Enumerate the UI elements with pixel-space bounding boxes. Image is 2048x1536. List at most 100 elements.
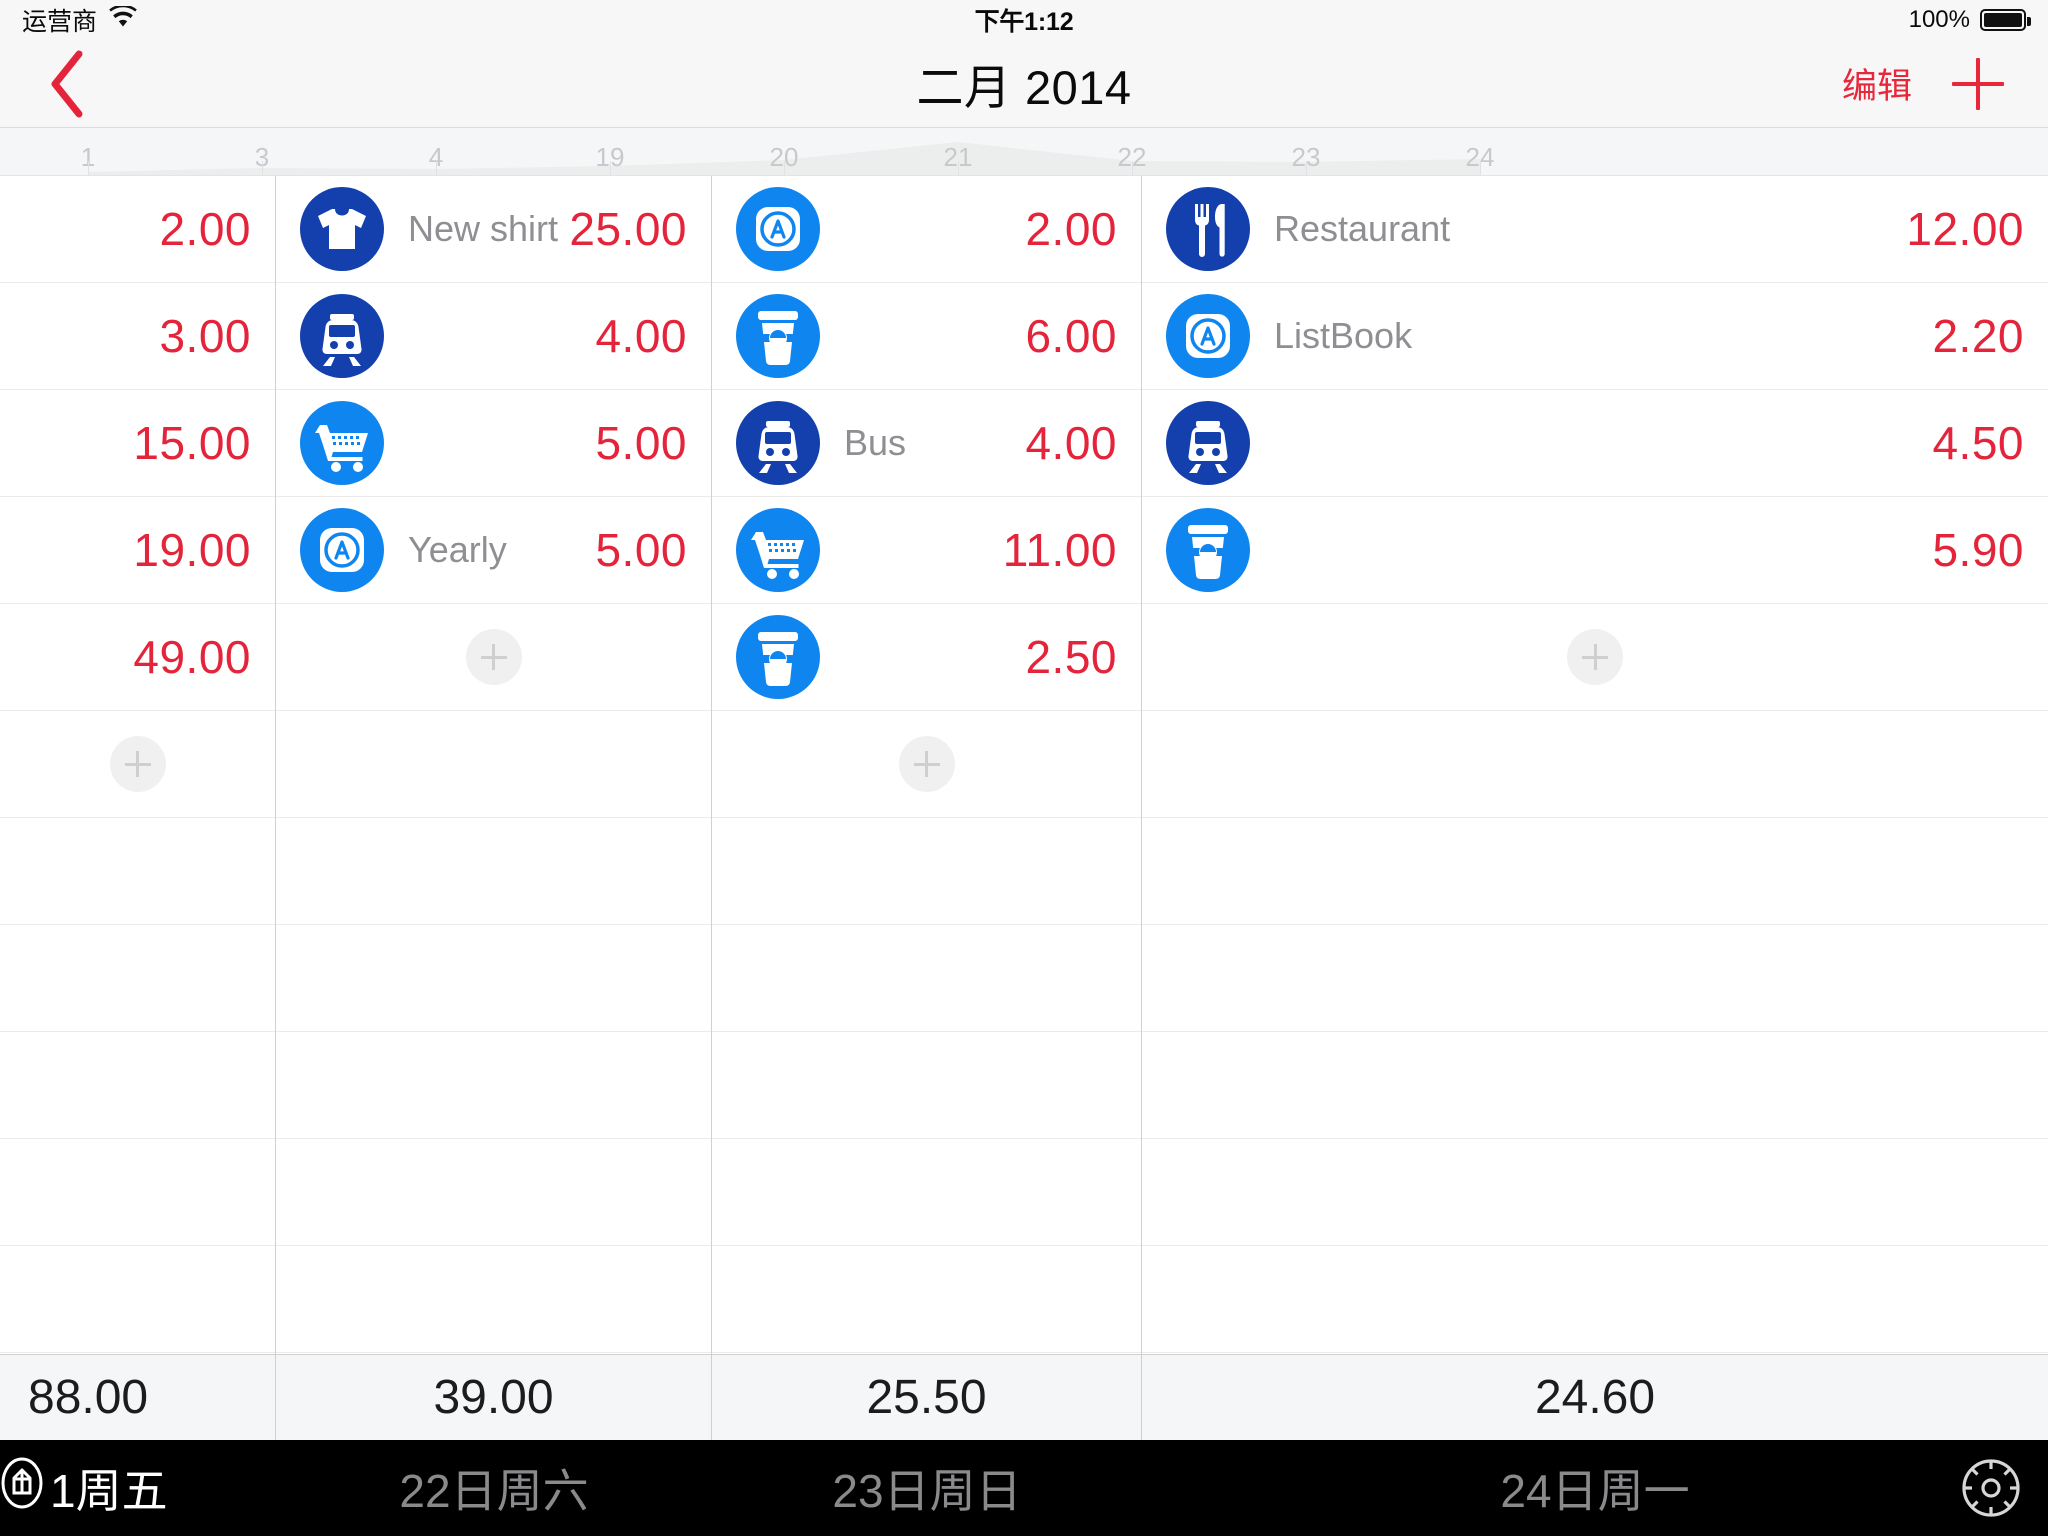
empty-row: [276, 1032, 711, 1139]
expense-row[interactable]: 2.00: [0, 176, 275, 283]
day-total: 24.60: [1142, 1354, 2048, 1440]
expense-label: Restaurant: [1274, 208, 1451, 249]
expense-amount: 5.90: [1932, 524, 2024, 576]
plus-icon[interactable]: [898, 736, 955, 792]
coffee-icon: [1166, 508, 1250, 592]
empty-row: [1142, 1246, 2048, 1353]
day-tab[interactable]: 22日周六: [276, 1455, 712, 1521]
day-tab[interactable]: 1周五: [0, 1455, 276, 1521]
expense-row[interactable]: 6.00: [712, 283, 1141, 390]
plus-icon[interactable]: [465, 629, 522, 685]
day-tab[interactable]: 24日周一: [1142, 1455, 2048, 1521]
expense-row[interactable]: New shirt 25.00: [276, 176, 711, 283]
day-column-entries: New shirt 25.00 4.00 5.00 Yearly 5.00: [276, 176, 711, 1354]
navigation-bar: 二月 2014 编辑: [0, 40, 2048, 128]
empty-row: [276, 711, 711, 818]
app-root: 运营商 下午1:12 100% 二月 2014 编辑 1 3 4 19 20 21 22 23…: [0, 0, 2048, 1536]
empty-row: [712, 1246, 1141, 1353]
empty-row: [0, 1353, 275, 1354]
day-total-value: 39.00: [433, 1371, 554, 1424]
expense-row[interactable]: 11.00: [712, 497, 1141, 604]
day-tab-bar: 1周五 22日周六 23日周日 24日周一: [0, 1440, 2048, 1536]
cart-icon: [300, 401, 384, 485]
expense-amount: 3.00: [159, 310, 251, 362]
expense-amount: 4.00: [1025, 417, 1117, 469]
restaurant-icon: [1166, 187, 1250, 271]
day-tab[interactable]: 23日周日: [712, 1455, 1142, 1521]
day-total-value: 25.50: [866, 1371, 987, 1424]
tshirt-icon: [300, 187, 384, 271]
expense-row[interactable]: 49.00: [0, 604, 275, 711]
empty-row: [276, 1353, 711, 1354]
battery-full-icon: [1980, 9, 2031, 31]
empty-row: [1142, 1353, 2048, 1354]
expense-row[interactable]: 4.00: [276, 283, 711, 390]
plus-icon[interactable]: [1567, 629, 1623, 685]
expense-row[interactable]: Yearly 5.00: [276, 497, 711, 604]
settings-button[interactable]: [1960, 1457, 2022, 1519]
app-a-icon: [1166, 294, 1250, 378]
day-total: 39.00: [276, 1354, 711, 1440]
empty-row: [276, 818, 711, 925]
chevron-left-icon: [51, 50, 83, 117]
month-scrubber[interactable]: 1 3 4 19 20 21 22 23 24: [0, 128, 2048, 176]
plus-icon[interactable]: [109, 736, 166, 792]
edit-button[interactable]: 编辑: [1842, 58, 1912, 109]
empty-row: [1142, 1139, 2048, 1246]
expense-row[interactable]: Bus 4.00: [712, 390, 1141, 497]
expense-amount: 4.00: [595, 310, 687, 362]
train-icon: [1166, 401, 1250, 485]
add-expense-row[interactable]: [712, 711, 1141, 818]
expense-row[interactable]: 2.00: [712, 176, 1141, 283]
expense-label: Yearly: [408, 529, 507, 570]
coffee-icon: [736, 615, 820, 699]
expense-amount: 19.00: [133, 524, 251, 576]
scrubber-tick-line: [1132, 161, 1133, 175]
expense-row[interactable]: 15.00: [0, 390, 275, 497]
app-a-icon: [736, 187, 820, 271]
empty-row: [712, 1139, 1141, 1246]
coffee-icon: [1166, 508, 1250, 592]
expense-row[interactable]: 5.90: [1142, 497, 2048, 604]
expense-amount: 5.00: [595, 417, 687, 469]
share-icon[interactable]: [0, 1457, 44, 1520]
day-total-value: 24.60: [1534, 1371, 1656, 1424]
page-title: 二月 2014: [916, 61, 1132, 114]
tshirt-icon: [300, 187, 384, 271]
status-bar-clock: 下午1:12: [974, 8, 1074, 36]
cart-icon: [300, 401, 384, 485]
navigation-actions: 编辑: [1842, 56, 2048, 112]
empty-row: [1142, 711, 2048, 818]
coffee-icon: [736, 615, 820, 699]
expense-row[interactable]: 2.50: [712, 604, 1141, 711]
expense-row[interactable]: 19.00: [0, 497, 275, 604]
add-expense-row[interactable]: [276, 604, 711, 711]
add-expense-row[interactable]: [1142, 604, 2048, 711]
train-icon: [736, 401, 820, 485]
train-icon: [300, 294, 384, 378]
day-column: 2.00 6.00 Bus 4.00 11.00 2.50 25.50: [712, 176, 1142, 1440]
day-tab-label: 24日周一: [1500, 1465, 1690, 1517]
scrubber-tick-line: [784, 161, 785, 175]
expense-row[interactable]: 3.00: [0, 283, 275, 390]
empty-row: [712, 1032, 1141, 1139]
expense-row[interactable]: 4.50: [1142, 390, 2048, 497]
app-a-icon: [1166, 294, 1250, 378]
expense-row[interactable]: ListBook 2.20: [1142, 283, 2048, 390]
day-column-entries: 2.00 6.00 Bus 4.00 11.00 2.50: [712, 176, 1141, 1354]
day-tab-label: 22日周六: [399, 1465, 589, 1517]
empty-row: [712, 818, 1141, 925]
day-column: 2.00 3.00 15.00 19.00 49.00 88.00: [0, 176, 276, 1440]
expense-row[interactable]: 5.00: [276, 390, 711, 497]
expense-label: Bus: [844, 422, 907, 463]
expense-amount: 25.00: [569, 203, 687, 255]
empty-row: [0, 1032, 275, 1139]
status-bar-right: 100%: [1909, 6, 2031, 34]
coffee-icon: [736, 294, 820, 378]
back-button[interactable]: [38, 50, 98, 117]
expense-amount: 5.00: [595, 524, 687, 576]
add-expense-row[interactable]: [0, 711, 275, 818]
add-entry-button[interactable]: [1950, 56, 2006, 112]
train-icon: [736, 401, 820, 485]
expense-row[interactable]: Restaurant 12.00: [1142, 176, 2048, 283]
